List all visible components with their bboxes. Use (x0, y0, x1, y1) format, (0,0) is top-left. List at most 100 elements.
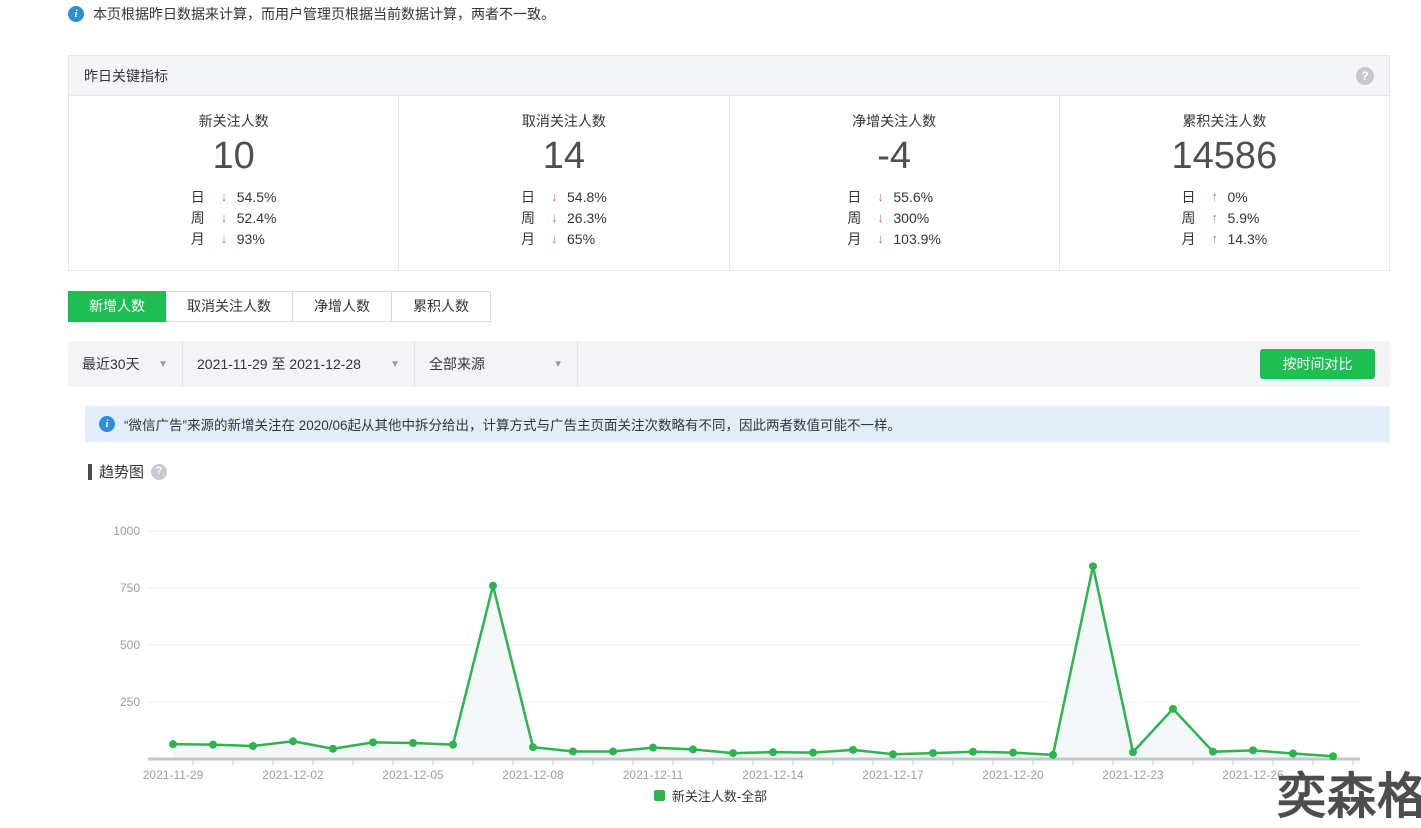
arrow-up-icon: ↑ (1212, 231, 1228, 246)
panel-title: 昨日关键指标 (84, 66, 168, 86)
notice-text: 本页根据昨日数据来计算，而用户管理页根据当前数据计算，两者不一致。 (93, 4, 555, 24)
trend-value: 93% (237, 231, 265, 247)
x-axis-tick-label: 2021-12-11 (623, 768, 684, 780)
trend-section-title: 趋势图 ? (88, 461, 167, 482)
data-point (929, 749, 937, 757)
metric-value: 10 (212, 135, 254, 178)
data-point (649, 744, 657, 752)
trend-period-label: 日 (1182, 187, 1212, 207)
x-axis-tick-label: 2021-12-05 (382, 768, 444, 780)
trend-period-label: 月 (191, 229, 221, 249)
chart-legend[interactable]: 新关注人数-全部 (0, 786, 1421, 805)
data-point (489, 582, 497, 590)
arrow-down-icon: ↓ (551, 231, 567, 246)
arrow-down-icon: ↓ (221, 210, 237, 225)
trend-line-chart: 25050075010002021-11-292021-12-022021-12… (0, 510, 1421, 780)
date-range-label: 2021-11-29 至 2021-12-28 (197, 354, 361, 374)
metric-trend-row: 日↑0% (1182, 186, 1268, 207)
source-dropdown-label: 全部来源 (429, 354, 485, 374)
tab-net-growth[interactable]: 净增人数 (293, 291, 392, 322)
data-point (969, 748, 977, 756)
trend-period-label: 日 (847, 187, 877, 207)
help-icon[interactable]: ? (151, 464, 167, 480)
arrow-down-icon: ↓ (221, 189, 237, 204)
arrow-down-icon: ↓ (551, 189, 567, 204)
metric-trend-row: 日↓55.6% (847, 186, 940, 207)
metric-trends: 日↓54.5%周↓52.4%月↓93% (191, 186, 277, 249)
metric-trends: 日↑0%周↑5.9% 月↑14.3% (1182, 186, 1268, 249)
tab-new-followers[interactable]: 新增人数 (68, 291, 166, 322)
key-metrics-panel: 昨日关键指标 ? 新关注人数10日↓54.5%周↓52.4%月↓93%取消关注人… (68, 55, 1390, 271)
x-axis-tick-label: 2021-12-08 (502, 768, 564, 780)
x-axis-tick-label: 2021-11-29 (143, 768, 204, 780)
chevron-down-icon: ▼ (158, 359, 168, 370)
arrow-down-icon: ↓ (877, 210, 893, 225)
trend-value: 55.6% (893, 189, 933, 205)
range-dropdown[interactable]: 最近30天 ▼ (68, 341, 183, 387)
metric-trend-row: 月↓65% (521, 228, 607, 249)
trend-value: 26.3% (567, 210, 607, 226)
metric-trend-row: 日↓54.5% (191, 186, 277, 207)
trend-period-label: 日 (521, 187, 551, 207)
metric-label: 取消关注人数 (522, 111, 606, 131)
panel-header: 昨日关键指标 ? (69, 56, 1389, 96)
data-point (889, 750, 897, 758)
filter-bar: 最近30天 ▼ 2021-11-29 至 2021-12-28 ▼ 全部来源 ▼… (68, 341, 1390, 387)
x-axis-tick-label: 2021-12-26 (1222, 768, 1284, 780)
metric-trends: 日↓55.6%周↓300%月↓103.9% (847, 186, 940, 249)
metric-tabs: 新增人数取消关注人数净增人数累积人数 (68, 291, 491, 322)
range-dropdown-label: 最近30天 (82, 354, 140, 374)
data-point (1089, 562, 1097, 570)
x-axis-tick-label: 2021-12-17 (862, 768, 924, 780)
trend-period-label: 周 (847, 208, 877, 228)
metric-label: 新关注人数 (199, 111, 269, 131)
info-icon: i (68, 6, 84, 22)
x-axis-tick-label: 2021-12-20 (982, 768, 1044, 780)
metric-card: 取消关注人数14日↓54.8%周↓26.3%月↓65% (399, 96, 729, 270)
help-icon[interactable]: ? (1356, 67, 1374, 85)
data-point (1129, 748, 1137, 756)
source-dropdown[interactable]: 全部来源 ▼ (415, 341, 578, 387)
data-point (1209, 748, 1217, 756)
section-bar (88, 464, 92, 480)
data-point (409, 739, 417, 747)
data-point (569, 747, 577, 755)
banner-text: “微信广告”来源的新增关注在 2020/06起从其他中拆分给出，计算方式与广告主… (124, 414, 901, 434)
section-title-text: 趋势图 (99, 461, 144, 482)
info-icon: i (99, 416, 115, 432)
arrow-up-icon: ↑ (1212, 210, 1228, 225)
metric-trend-row: 月↑14.3% (1182, 228, 1268, 249)
x-axis-tick-label: 2021-12-23 (1102, 768, 1164, 780)
arrow-down-icon: ↓ (877, 189, 893, 204)
arrow-down-icon: ↓ (877, 231, 893, 246)
data-point (529, 743, 537, 751)
compare-by-time-button[interactable]: 按时间对比 (1260, 349, 1375, 379)
x-axis-tick-label: 2021-12-14 (742, 768, 804, 780)
trend-period-label: 日 (191, 187, 221, 207)
metric-trend-row: 周↓26.3% (521, 207, 607, 228)
metric-value: 14 (543, 135, 585, 178)
trend-value: 5.9% (1228, 210, 1260, 226)
data-point (449, 741, 457, 749)
date-range-dropdown[interactable]: 2021-11-29 至 2021-12-28 ▼ (183, 341, 415, 387)
metric-card: 净增关注人数-4日↓55.6%周↓300%月↓103.9% (730, 96, 1060, 270)
chevron-down-icon: ▼ (553, 359, 563, 370)
tab-cumulative[interactable]: 累积人数 (392, 291, 491, 322)
data-point (1049, 751, 1057, 759)
data-point (729, 749, 737, 757)
watermark: 奕森格 (1277, 757, 1421, 828)
data-point (769, 748, 777, 756)
trend-chart: 25050075010002021-11-292021-12-022021-12… (0, 510, 1421, 780)
legend-swatch (654, 790, 665, 801)
trend-period-label: 周 (1182, 208, 1212, 228)
chevron-down-icon: ▼ (390, 359, 400, 370)
data-point (809, 749, 817, 757)
data-point (209, 741, 217, 749)
data-point (329, 745, 337, 753)
metric-trend-row: 周↓52.4% (191, 207, 277, 228)
legend-label: 新关注人数-全部 (672, 786, 767, 805)
tab-unfollowers[interactable]: 取消关注人数 (166, 291, 293, 322)
metric-trend-row: 周↓300% (847, 207, 940, 228)
data-point (1009, 749, 1017, 757)
metric-label: 累积关注人数 (1182, 111, 1266, 131)
